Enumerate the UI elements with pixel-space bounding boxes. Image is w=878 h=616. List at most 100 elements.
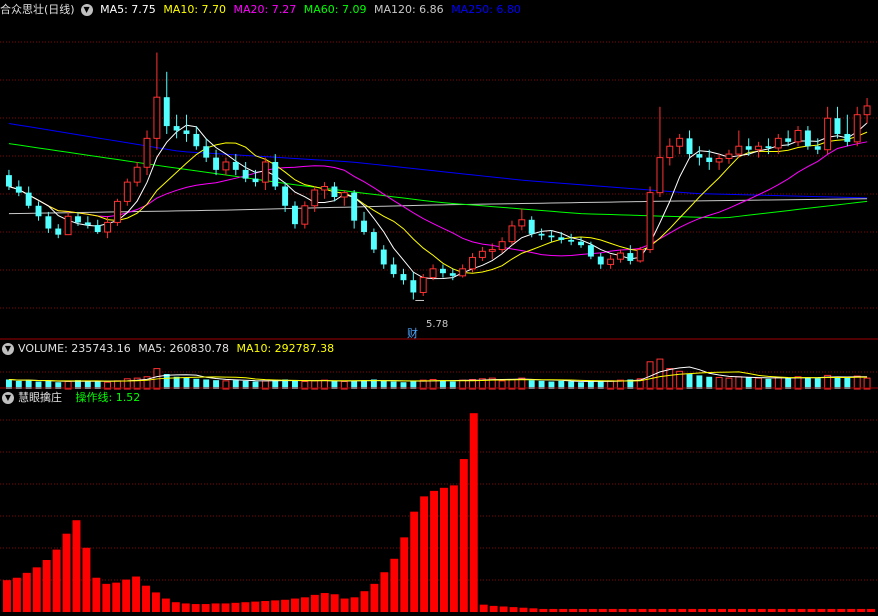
candle-body <box>774 137 782 149</box>
candle-body <box>587 245 594 257</box>
indicator-bar <box>459 459 468 612</box>
candle-body <box>193 133 200 147</box>
candle-body <box>449 273 456 276</box>
candle-body <box>272 161 279 187</box>
stock-chart[interactable]: 5.78 财 <box>0 0 878 616</box>
volume-bar <box>765 378 772 389</box>
candle-body <box>706 157 713 162</box>
indicator-bar <box>231 602 240 612</box>
candle-body <box>498 241 506 251</box>
candle-body <box>213 157 220 170</box>
candle-body <box>351 192 358 221</box>
candle-body <box>656 157 664 194</box>
indicator-bar <box>618 608 627 612</box>
candle-body <box>538 233 545 236</box>
candle-body <box>725 153 733 159</box>
ma20-label: MA20: 7.27 <box>233 3 297 16</box>
indicator-bar <box>3 580 11 612</box>
indicator-bar <box>698 608 707 612</box>
candle-body <box>94 225 101 233</box>
candle-body <box>597 256 604 265</box>
indicator-bar <box>400 537 409 612</box>
candle-body <box>15 186 22 193</box>
volume-bar <box>696 375 703 389</box>
indicator-bar <box>817 608 826 612</box>
candle-body <box>183 130 190 134</box>
candle-body <box>311 189 319 207</box>
indicator-bar <box>380 572 389 612</box>
indicator-bar <box>628 608 637 612</box>
candle-body <box>84 222 91 226</box>
indicator-bar <box>797 608 806 612</box>
indicator-bar <box>787 608 796 612</box>
low-price-annotation: 5.78 财 <box>407 299 448 340</box>
candle-body <box>666 145 674 159</box>
candle-body <box>301 205 309 225</box>
indicator-bar <box>688 608 697 612</box>
indicator-bar <box>728 608 736 612</box>
indicator-bar <box>370 583 379 612</box>
volume-bar <box>814 378 821 389</box>
indicator-bar <box>390 558 399 612</box>
ma250-label: MA250: 6.80 <box>451 3 521 16</box>
indicator-bar <box>320 593 329 612</box>
indicator-bar <box>479 604 488 612</box>
volume-bar <box>666 368 674 390</box>
candle-body <box>361 220 367 233</box>
candle-body <box>340 192 348 198</box>
candle-body <box>755 145 763 151</box>
chevron-down-icon[interactable]: ▼ <box>80 4 93 16</box>
price-candles[interactable] <box>5 52 871 300</box>
indicator-bar <box>539 608 548 612</box>
indicator-bar <box>767 608 776 612</box>
indicator-bar <box>102 583 111 612</box>
indicator-bar <box>350 597 359 612</box>
volume-bar <box>834 376 841 389</box>
indicator-bars <box>3 413 875 612</box>
indicator-bar <box>469 413 478 612</box>
stock-title: 合众思壮(日线) <box>0 3 75 16</box>
candle-body <box>696 154 703 158</box>
volume-bar <box>193 378 200 389</box>
volume-bar <box>173 376 180 389</box>
indicator-bar <box>608 608 617 612</box>
candle-body <box>607 258 615 265</box>
chevron-down-icon[interactable]: ▼ <box>2 343 14 355</box>
ma60-label: MA60: 7.09 <box>303 3 367 16</box>
candle-body <box>331 186 338 198</box>
candle-body <box>143 137 151 168</box>
indicator-bar <box>499 606 508 612</box>
indicator-bar <box>42 560 51 612</box>
indicator-bar <box>857 608 866 612</box>
grid-lines <box>0 41 878 581</box>
candle-body <box>123 181 131 202</box>
candle-body <box>173 126 180 131</box>
indicator-title: 慧眼擒庄 <box>18 391 62 404</box>
candle-body <box>153 96 161 139</box>
ma120-label: MA120: 6.86 <box>373 3 444 16</box>
indicator-bar <box>161 598 170 612</box>
indicator-bar <box>777 608 786 612</box>
indicator-bar <box>549 608 558 612</box>
candle-body <box>64 215 72 236</box>
volume-bars <box>5 358 871 390</box>
volume-bar <box>774 376 782 390</box>
indicator-bar <box>132 576 141 612</box>
indicator-bar <box>420 496 429 612</box>
volume-bar <box>735 376 743 390</box>
main-panel-header: 合众思壮(日线) ▼ MA5: 7.75 MA10: 7.70 MA20: 7.2… <box>0 2 525 18</box>
indicator-bar <box>251 601 260 612</box>
indicator-bar <box>310 594 319 612</box>
candle-body <box>814 146 821 150</box>
chevron-down-icon[interactable]: ▼ <box>2 392 14 404</box>
candle-body <box>439 268 446 274</box>
candle-body <box>321 186 329 191</box>
indicator-bar <box>72 520 81 612</box>
volume-bar <box>715 376 723 390</box>
candle-body <box>113 200 121 223</box>
candle-body <box>261 161 269 183</box>
candle-body <box>488 249 496 252</box>
candle-body <box>686 138 693 155</box>
event-marker[interactable]: 财 <box>407 326 418 340</box>
indicator-bar <box>668 608 677 612</box>
